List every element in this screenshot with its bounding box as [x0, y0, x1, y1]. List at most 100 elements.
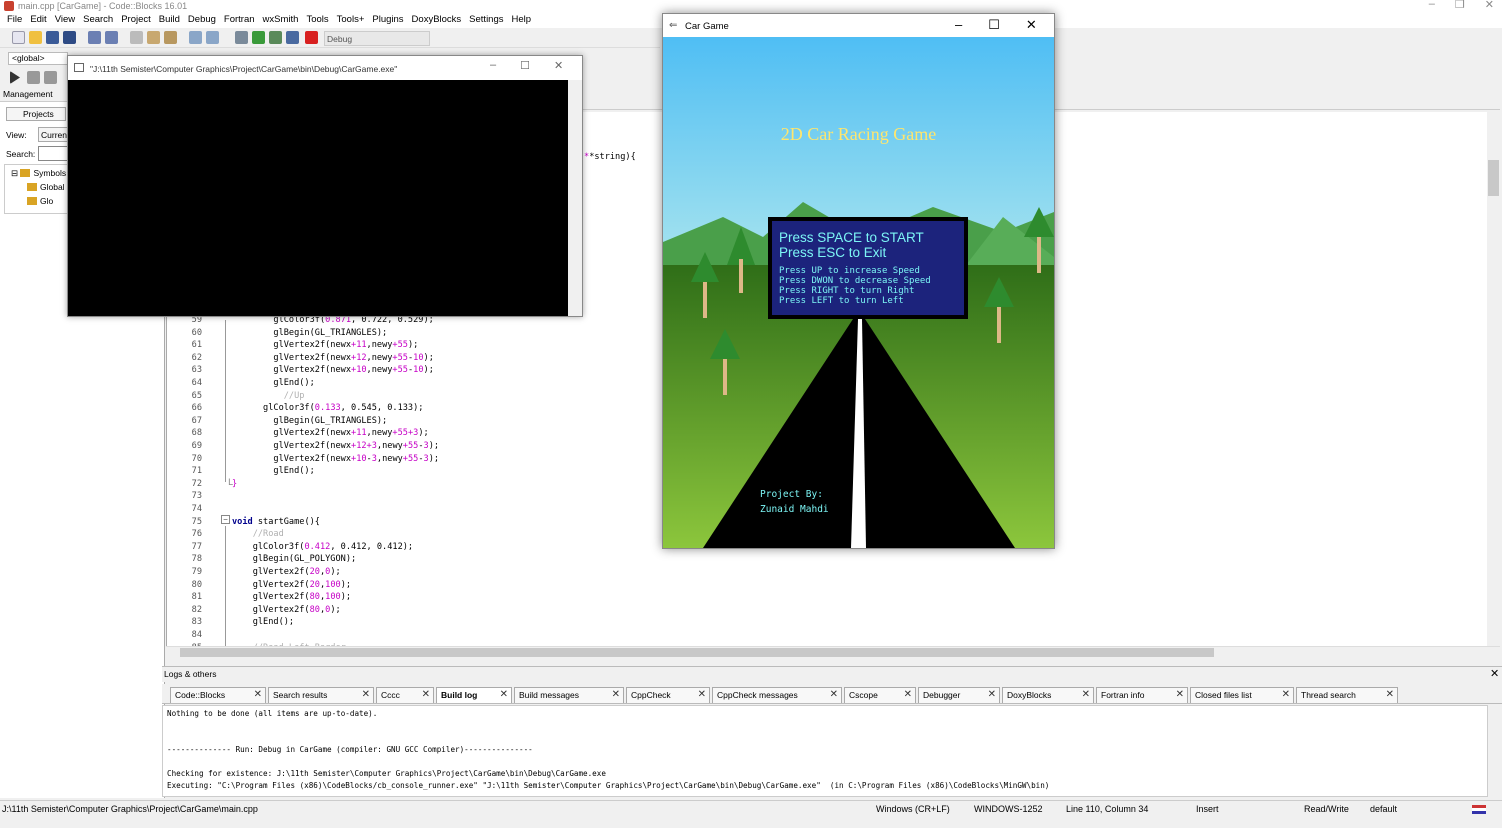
console-scrollbar[interactable] — [568, 80, 582, 316]
tree-item-global-typedefs[interactable]: Glo — [27, 196, 53, 206]
editor-vertical-scroll-thumb[interactable] — [1488, 160, 1499, 196]
log-tab-fortran-info[interactable]: Fortran info ✕ — [1096, 687, 1188, 703]
undo-icon[interactable] — [88, 31, 101, 44]
abort-icon[interactable] — [305, 31, 318, 44]
game-minimize-icon[interactable]: – — [955, 17, 962, 33]
menu-project[interactable]: Project — [118, 13, 156, 28]
new-file-icon[interactable] — [12, 31, 25, 44]
debug-run-icon[interactable] — [10, 71, 20, 84]
run-icon[interactable] — [252, 31, 265, 44]
maximize-icon[interactable]: ❐ — [1455, 0, 1465, 11]
code-line[interactable]: glBegin(GL_TRIANGLES); — [232, 415, 387, 428]
console-minimize-icon[interactable]: – — [490, 59, 496, 72]
start-menu: Press SPACE to START Press ESC to Exit P… — [768, 217, 968, 319]
code-line[interactable]: glVertex2f(newx+11,newy+55+3); — [232, 427, 428, 440]
code-line[interactable]: glBegin(GL_TRIANGLES); — [232, 327, 387, 340]
symbol-search-input[interactable] — [38, 146, 68, 161]
code-line[interactable]: //Road — [232, 528, 284, 541]
find-icon[interactable] — [189, 31, 202, 44]
scope-select[interactable]: <global> — [8, 52, 68, 65]
console-output[interactable] — [68, 80, 568, 316]
tab-projects[interactable]: Projects — [6, 107, 66, 121]
cut-icon[interactable] — [130, 31, 143, 44]
log-tab-cscope[interactable]: Cscope ✕ — [844, 687, 916, 703]
log-tab-cppcheck-messages[interactable]: CppCheck messages ✕ — [712, 687, 842, 703]
menu-settings[interactable]: Settings — [466, 13, 508, 28]
menu-search[interactable]: Search — [80, 13, 118, 28]
menu-doxyblocks[interactable]: DoxyBlocks — [409, 13, 467, 28]
code-line[interactable]: glEnd(); — [232, 465, 314, 478]
replace-icon[interactable] — [206, 31, 219, 44]
folder-icon — [20, 169, 31, 177]
code-line[interactable]: glVertex2f(80,0); — [232, 604, 341, 617]
run-to-cursor-icon[interactable] — [27, 71, 40, 84]
code-line[interactable]: glColor3f(0.412, 0.412, 0.412); — [232, 541, 413, 554]
code-line[interactable]: glVertex2f(newx+10-3,newy+55-3); — [232, 453, 439, 466]
open-icon[interactable] — [29, 31, 42, 44]
build-and-run-icon[interactable] — [269, 31, 282, 44]
menu-debug[interactable]: Debug — [185, 13, 221, 28]
menu-view[interactable]: View — [52, 13, 80, 28]
log-tab-thread-search[interactable]: Thread search ✕ — [1296, 687, 1398, 703]
close-icon[interactable]: ✕ — [1485, 0, 1494, 11]
code-line[interactable]: glEnd(); — [232, 377, 314, 390]
menu-help[interactable]: Help — [509, 13, 537, 28]
tree-item-symbols[interactable]: ⊟ Symbols — [11, 168, 66, 179]
start-instruction: Press SPACE to START — [779, 230, 924, 245]
log-tab-search-results[interactable]: Search results ✕ — [268, 687, 374, 703]
log-tab-codeblocks[interactable]: Code::Blocks ✕ — [170, 687, 266, 703]
code-line[interactable]: glEnd(); — [232, 616, 294, 629]
code-line[interactable]: glVertex2f(20,100); — [232, 579, 351, 592]
code-line[interactable]: glVertex2f(newx+11,newy+55); — [232, 339, 418, 352]
status-profile: default — [1370, 804, 1398, 814]
close-logs-icon[interactable]: ✕ — [1490, 667, 1499, 680]
line-number: 81 — [191, 592, 202, 603]
menu-plugins[interactable]: Plugins — [369, 13, 408, 28]
code-line[interactable]: void startGame(){ — [232, 516, 320, 529]
build-gear-icon[interactable] — [235, 31, 248, 44]
build-target-select[interactable]: Debug — [324, 31, 430, 46]
code-line[interactable]: glBegin(GL_POLYGON); — [232, 553, 357, 566]
save-all-icon[interactable] — [63, 31, 76, 44]
copy-icon[interactable] — [147, 31, 160, 44]
menu-tools[interactable]: Tools — [303, 13, 333, 28]
editor-horizontal-scroll-thumb[interactable] — [180, 648, 1214, 657]
redo-icon[interactable] — [105, 31, 118, 44]
menu-file[interactable]: File — [4, 13, 27, 28]
menu-wxsmith[interactable]: wxSmith — [260, 13, 304, 28]
code-line[interactable]: glVertex2f(newx+10,newy+55-10); — [232, 364, 433, 377]
view-select[interactable]: Current — [38, 127, 68, 142]
menu-fortran[interactable]: Fortran — [221, 13, 260, 28]
log-vertical-scrollbar[interactable] — [1488, 705, 1501, 797]
menu-edit[interactable]: Edit — [27, 13, 51, 28]
paste-icon[interactable] — [164, 31, 177, 44]
log-tab-doxyblocks[interactable]: DoxyBlocks ✕ — [1002, 687, 1094, 703]
code-line[interactable]: glVertex2f(20,0); — [232, 566, 341, 579]
fold-toggle-icon[interactable]: − — [221, 515, 230, 524]
code-line[interactable]: glColor3f(0.133, 0.545, 0.133); — [232, 402, 423, 415]
menu-tools-plus[interactable]: Tools+ — [334, 13, 370, 28]
game-maximize-icon[interactable]: ☐ — [988, 17, 1000, 33]
code-line[interactable]: //Up — [232, 390, 305, 403]
rebuild-icon[interactable] — [286, 31, 299, 44]
game-canvas[interactable]: 2D Car Racing Game Press SPACE to START … — [663, 37, 1054, 548]
log-tab-debugger[interactable]: Debugger ✕ — [918, 687, 1000, 703]
console-close-icon[interactable]: ✕ — [554, 59, 563, 72]
console-maximize-icon[interactable]: ☐ — [520, 59, 530, 72]
tree-item-global-functions[interactable]: Global — [27, 182, 65, 192]
save-icon[interactable] — [46, 31, 59, 44]
menu-build[interactable]: Build — [156, 13, 185, 28]
code-line[interactable]: } — [232, 478, 237, 491]
log-tab-closed-files[interactable]: Closed files list ✕ — [1190, 687, 1294, 703]
minimize-icon[interactable]: – — [1429, 0, 1435, 11]
log-tab-cppcheck[interactable]: CppCheck ✕ — [626, 687, 710, 703]
game-close-icon[interactable]: ✕ — [1026, 17, 1037, 33]
log-tab-build-log[interactable]: Build log ✕ — [436, 687, 512, 703]
code-line[interactable]: glVertex2f(newx+12,newy+55-10); — [232, 352, 433, 365]
next-line-icon[interactable] — [44, 71, 57, 84]
log-tab-build-messages[interactable]: Build messages ✕ — [514, 687, 624, 703]
line-number: 63 — [191, 365, 202, 376]
code-line[interactable]: glVertex2f(80,100); — [232, 591, 351, 604]
log-tab-cccc[interactable]: Cccc ✕ — [376, 687, 434, 703]
code-line[interactable]: glVertex2f(newx+12+3,newy+55-3); — [232, 440, 439, 453]
